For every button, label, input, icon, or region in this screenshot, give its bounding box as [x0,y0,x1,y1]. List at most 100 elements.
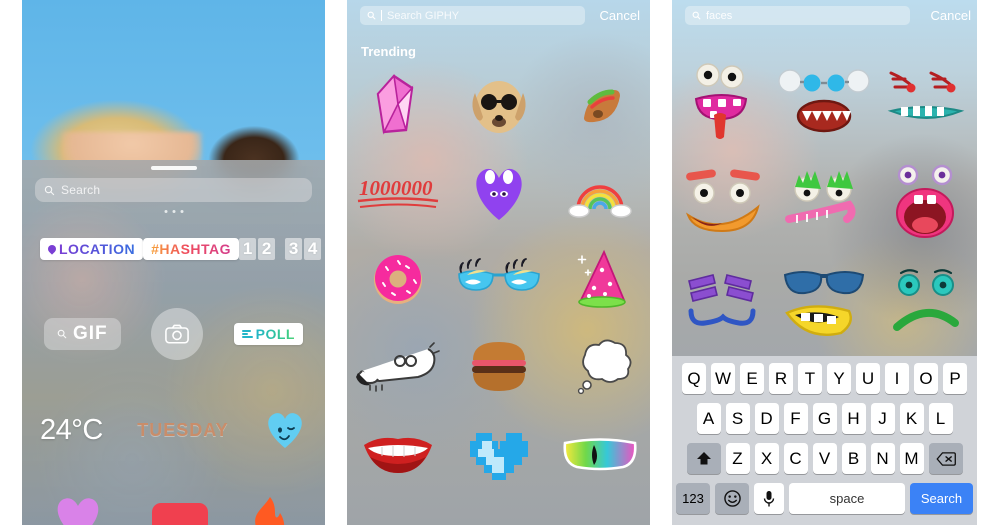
sticker-temperature[interactable]: 24°C [40,414,103,447]
key-m[interactable]: M [899,443,924,474]
key-f[interactable]: F [783,403,808,434]
gif-cell[interactable] [347,62,448,149]
face-cell[interactable] [875,152,977,252]
gif-cell[interactable] [448,149,549,236]
key-x[interactable]: X [754,443,779,474]
key-r[interactable]: R [769,363,793,394]
gif-cell[interactable] [549,323,650,410]
key-p[interactable]: P [943,363,967,394]
cancel-button[interactable]: Cancel [931,6,971,25]
thought-cloud-icon [577,339,631,394]
sticker-location[interactable]: LOCATION [40,238,144,260]
key-b[interactable]: B [841,443,866,474]
face-cell[interactable] [672,252,774,352]
purple-eyes-pink-open-mouth-face-icon [896,164,955,238]
sticker-time[interactable]: 1 2 3 4 [239,238,322,260]
search-icon [44,185,55,196]
phone-panel-giphy-browser: Search GIPHY Cancel Trending 1000000 [347,0,650,525]
shift-key[interactable] [686,443,721,474]
sticker-gif-button[interactable]: GIF [44,318,121,350]
cancel-button[interactable]: Cancel [600,6,640,25]
dog-with-sunglasses-icon [471,80,526,133]
search-key[interactable]: Search [910,483,973,514]
gif-cell[interactable] [347,410,448,497]
googly-eyes-tongue-face-icon [694,63,747,139]
face-cell[interactable] [774,252,876,352]
backspace-icon [935,451,956,466]
search-input[interactable]: Search [35,178,312,202]
blue-eyes-fangs-mouth-face-icon [778,69,871,133]
key-i[interactable]: I [885,363,909,394]
shift-icon [696,452,711,465]
face-cell[interactable] [875,52,977,152]
gif-cell[interactable] [549,410,650,497]
gif-cell[interactable] [549,62,650,149]
face-cell[interactable] [672,152,774,252]
face-cell[interactable] [672,52,774,152]
face-cell[interactable] [875,252,977,352]
rainbow-with-clouds-icon [567,184,632,218]
key-h[interactable]: H [841,403,866,434]
key-s[interactable]: S [725,403,750,434]
backspace-key[interactable] [928,443,963,474]
giphy-search-input[interactable]: Search GIPHY [360,6,585,25]
sticker-weekday[interactable]: TUESDAY [137,420,228,441]
keyboard-row-4: 123 space Search [674,483,975,514]
key-z[interactable]: Z [725,443,750,474]
sticker-hashtag[interactable]: #HASHTAG [143,238,240,260]
key-y[interactable]: Y [827,363,851,394]
key-a[interactable]: A [696,403,721,434]
blue-pixel-heart-icon [469,432,528,480]
search-icon [367,11,376,20]
key-e[interactable]: E [740,363,764,394]
gif-cell[interactable] [347,323,448,410]
key-q[interactable]: Q [682,363,706,394]
phone-panel-story-sticker-tray: Search LOCATION #HASHTAG 1 2 3 4 GIF POL… [22,0,325,525]
space-key[interactable]: space [789,483,905,514]
sticker-winking-heart[interactable] [263,410,307,450]
key-g[interactable]: G [812,403,837,434]
gif-cell[interactable] [448,62,549,149]
microphone-key[interactable] [754,483,784,514]
sticker-gif-label: GIF [73,323,108,344]
rainbow-visor-sunglasses-icon [562,437,637,470]
purple-lashes-blue-frown-face-icon [687,274,756,326]
faces-search-input[interactable]: faces [685,6,910,25]
gif-cell[interactable]: 1000000 [347,149,448,236]
taco-icon [583,89,620,122]
poll-bars-icon [241,330,253,338]
key-l[interactable]: L [928,403,953,434]
key-v[interactable]: V [812,443,837,474]
key-w[interactable]: W [711,363,735,394]
text-caret [381,10,382,21]
gif-cell[interactable] [448,410,549,497]
camera-icon [165,324,190,344]
sticker-red-pill[interactable] [150,501,210,525]
sticker-flame[interactable] [250,495,290,525]
red-lips-smile-icon [363,437,432,473]
key-c[interactable]: C [783,443,808,474]
key-t[interactable]: T [798,363,822,394]
key-j[interactable]: J [870,403,895,434]
sticker-pink-heart[interactable] [50,495,106,525]
sticker-camera-button[interactable] [151,308,204,360]
key-o[interactable]: O [914,363,938,394]
numbers-key[interactable]: 123 [676,483,710,514]
gif-cell[interactable] [347,236,448,323]
face-cell[interactable] [774,152,876,252]
gif-cell[interactable] [448,323,549,410]
winking-heart-icon [268,413,302,448]
gif-cell[interactable] [549,236,650,323]
gif-cell[interactable] [549,149,650,236]
gif-cell[interactable] [448,236,549,323]
key-u[interactable]: U [856,363,880,394]
face-cell[interactable] [774,52,876,152]
phone-panel-giphy-search-results: faces Cancel Q W E R T Y U I O P A S D F… [672,0,977,525]
sticker-row-partial [22,495,325,525]
key-k[interactable]: K [899,403,924,434]
emoji-key[interactable] [715,483,749,514]
key-d[interactable]: D [754,403,779,434]
key-n[interactable]: N [870,443,895,474]
drag-handle[interactable] [150,166,197,170]
sticker-poll-button[interactable]: POLL [233,323,303,345]
